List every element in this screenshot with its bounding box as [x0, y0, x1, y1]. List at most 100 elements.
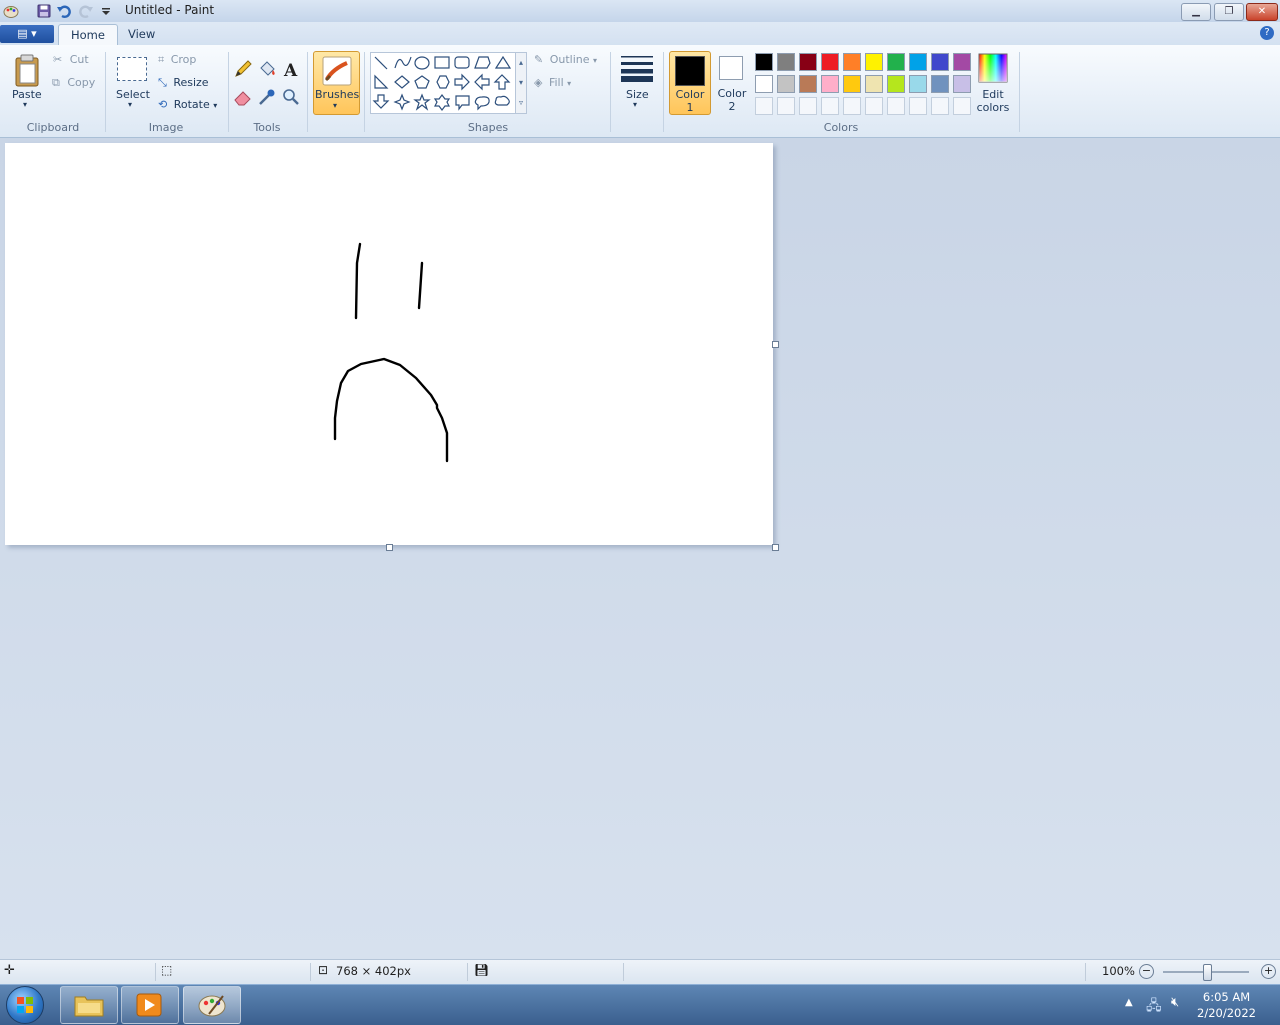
- color-picker-icon[interactable]: [257, 87, 277, 107]
- palette-swatch[interactable]: [931, 53, 949, 71]
- network-icon[interactable]: 🖧︎: [1146, 995, 1162, 1019]
- taskbar-clock[interactable]: 6:05 AM 2/20/2022: [1197, 989, 1256, 1021]
- size-icon[interactable]: [620, 54, 654, 82]
- six-point-star-shape-icon: [433, 94, 451, 111]
- size-dropdown-arrow[interactable]: ▾: [633, 100, 637, 109]
- folder-icon: [74, 996, 104, 1017]
- select-icon[interactable]: [117, 57, 147, 81]
- clock-date: 2/20/2022: [1197, 1006, 1256, 1020]
- palette-swatch[interactable]: [799, 53, 817, 71]
- color2-button[interactable]: Color 2: [713, 51, 751, 113]
- size-button-label[interactable]: Size: [626, 88, 649, 101]
- close-button[interactable]: ✕: [1246, 3, 1278, 21]
- custom-color-slot[interactable]: [909, 97, 927, 115]
- undo-icon[interactable]: [56, 3, 72, 19]
- edit-colors-label[interactable]: Edit colors: [974, 88, 1012, 114]
- separator: [364, 52, 365, 132]
- custom-color-slot[interactable]: [843, 97, 861, 115]
- taskbar-media-player-button[interactable]: [121, 986, 179, 1024]
- zoom-out-button[interactable]: −: [1139, 964, 1154, 979]
- tab-home[interactable]: Home: [58, 24, 118, 46]
- fill-bucket-icon[interactable]: [257, 59, 277, 79]
- custom-color-slot[interactable]: [931, 97, 949, 115]
- palette-swatch[interactable]: [755, 75, 773, 93]
- outline-dropdown-arrow: ▾: [593, 56, 598, 65]
- start-button[interactable]: [6, 986, 44, 1024]
- cut-button[interactable]: ✂ Cut: [53, 53, 89, 66]
- drawing-canvas[interactable]: [5, 143, 773, 545]
- paint-app-icon[interactable]: [3, 3, 19, 19]
- palette-swatch[interactable]: [821, 75, 839, 93]
- taskbar-explorer-button[interactable]: [60, 986, 118, 1024]
- paste-icon[interactable]: [13, 52, 41, 88]
- restore-button[interactable]: ❐: [1214, 3, 1244, 21]
- fill-button[interactable]: ◈ Fill ▾: [534, 76, 571, 89]
- diamond-shape-icon: [394, 75, 410, 89]
- minimize-button[interactable]: ▁: [1181, 3, 1211, 21]
- select-button-label[interactable]: Select: [116, 88, 150, 101]
- palette-swatch[interactable]: [755, 53, 773, 71]
- palette-swatch[interactable]: [799, 75, 817, 93]
- customize-qat-icon[interactable]: [98, 3, 114, 19]
- media-player-icon: [136, 993, 162, 1017]
- zoom-in-button[interactable]: +: [1261, 964, 1276, 979]
- palette-swatch[interactable]: [843, 53, 861, 71]
- palette-swatch[interactable]: [865, 53, 883, 71]
- status-bar: ✛ ⬚ ⊡ 768 × 402px 💾︎ 100% − +: [0, 959, 1280, 984]
- taskbar-paint-button[interactable]: [183, 986, 241, 1024]
- paste-dropdown-arrow[interactable]: ▾: [23, 100, 27, 109]
- help-icon[interactable]: ?: [1260, 26, 1274, 40]
- color1-label: Color 1: [675, 88, 705, 114]
- drawing-strokes: [333, 242, 449, 463]
- custom-color-slot[interactable]: [821, 97, 839, 115]
- custom-color-slot[interactable]: [755, 97, 773, 115]
- resize-handle-right[interactable]: [772, 341, 779, 348]
- rotate-button[interactable]: ⟲ Rotate ▾: [158, 98, 217, 111]
- palette-swatch[interactable]: [909, 75, 927, 93]
- volume-muted-icon[interactable]: 🔇︎: [1171, 995, 1179, 1010]
- resize-handle-bottom[interactable]: [386, 544, 393, 551]
- palette-swatch[interactable]: [865, 75, 883, 93]
- edit-colors-icon[interactable]: [978, 53, 1008, 83]
- five-point-star-shape-icon: [413, 93, 431, 111]
- select-dropdown-arrow[interactable]: ▾: [128, 100, 132, 109]
- resize-icon: ⤡: [158, 76, 167, 89]
- tab-view[interactable]: View: [116, 24, 167, 45]
- four-point-star-shape-icon: [393, 93, 411, 111]
- magnifier-icon[interactable]: [281, 87, 301, 107]
- custom-color-slot[interactable]: [953, 97, 971, 115]
- custom-color-slot[interactable]: [777, 97, 795, 115]
- show-hidden-icons-icon[interactable]: ▲: [1125, 997, 1133, 1008]
- palette-swatch[interactable]: [843, 75, 861, 93]
- color1-button[interactable]: Color 1: [669, 51, 711, 115]
- palette-swatch[interactable]: [953, 53, 971, 71]
- palette-swatch[interactable]: [887, 53, 905, 71]
- save-icon[interactable]: [36, 3, 52, 19]
- custom-color-slot[interactable]: [887, 97, 905, 115]
- palette-swatch[interactable]: [777, 53, 795, 71]
- palette-swatch[interactable]: [931, 75, 949, 93]
- custom-color-slot[interactable]: [799, 97, 817, 115]
- shapes-scrollbar[interactable]: ▴ ▾ ▿: [515, 52, 527, 114]
- palette-swatch[interactable]: [821, 53, 839, 71]
- outline-button[interactable]: ✎ Outline ▾: [534, 53, 597, 66]
- triangle-shape-icon: [494, 55, 512, 69]
- pencil-icon[interactable]: [233, 59, 253, 79]
- shapes-gallery-icons: [372, 55, 512, 111]
- palette-swatch[interactable]: [953, 75, 971, 93]
- text-icon[interactable]: A: [281, 59, 301, 79]
- zoom-slider-thumb[interactable]: [1203, 964, 1212, 981]
- palette-swatch[interactable]: [887, 75, 905, 93]
- palette-swatch[interactable]: [777, 75, 795, 93]
- paint-menu-button[interactable]: ▤ ▾: [0, 25, 54, 43]
- palette-swatch[interactable]: [909, 53, 927, 71]
- custom-color-slot[interactable]: [865, 97, 883, 115]
- resize-handle-corner[interactable]: [772, 544, 779, 551]
- separator: [1085, 963, 1086, 981]
- brushes-button[interactable]: Brushes ▾: [313, 51, 360, 115]
- copy-button[interactable]: ⧉ Copy: [52, 76, 95, 90]
- separator: [623, 963, 624, 981]
- resize-button[interactable]: ⤡ Resize: [158, 76, 209, 90]
- eraser-icon[interactable]: [233, 87, 253, 107]
- crop-button[interactable]: ⌗ Crop: [158, 53, 196, 67]
